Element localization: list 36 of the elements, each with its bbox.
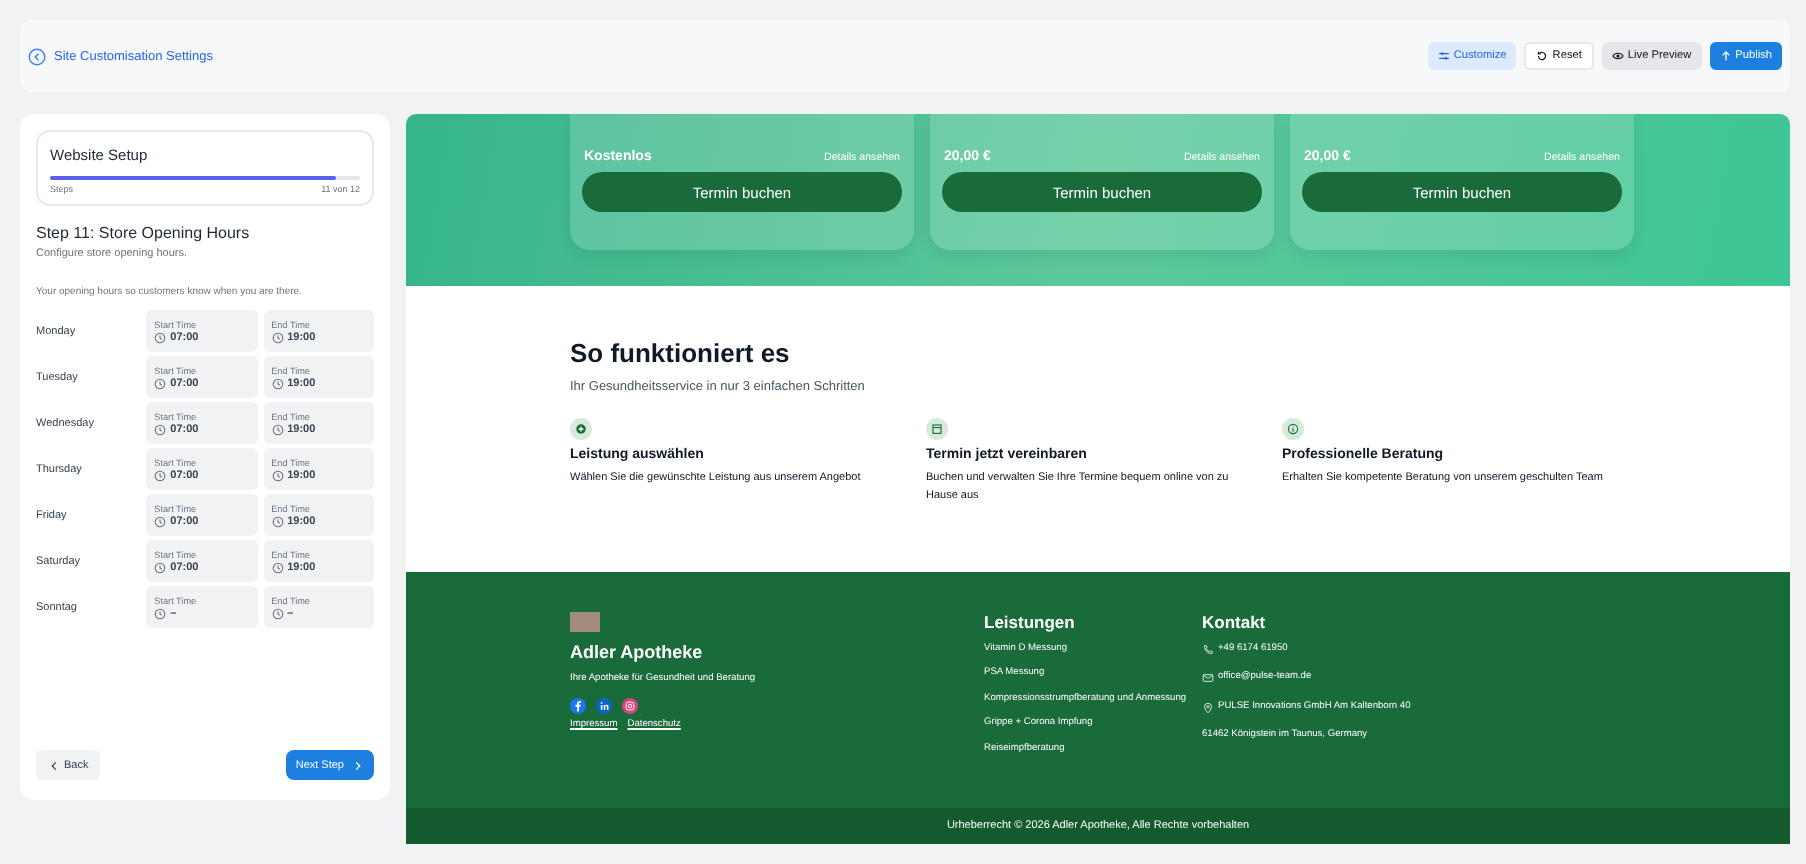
clock-icon <box>271 469 284 481</box>
calendar-icon <box>926 418 948 440</box>
clock-icon <box>271 331 284 343</box>
instagram-icon[interactable] <box>622 698 638 714</box>
sliders-icon <box>1437 50 1450 62</box>
clock-icon <box>271 377 284 389</box>
photo-placeholder <box>570 612 600 632</box>
clock-icon <box>154 331 167 343</box>
section-title: So funktioniert es <box>570 338 792 368</box>
info-icon <box>1282 418 1304 440</box>
clock-icon <box>271 607 284 619</box>
clock-icon <box>154 423 167 435</box>
clock-icon <box>271 561 284 573</box>
clock-icon <box>154 607 167 619</box>
clock-icon <box>154 515 167 527</box>
clock-icon <box>271 423 284 435</box>
clock-icon <box>271 515 284 527</box>
step-title: Step 11: Store Opening Hours <box>36 224 252 242</box>
facebook-icon[interactable] <box>570 698 586 714</box>
services-heading: Leistungen <box>984 612 1077 632</box>
reset-icon <box>1536 50 1549 62</box>
phone-icon <box>1202 644 1214 656</box>
clock-icon <box>154 377 167 389</box>
mail-icon <box>1202 672 1214 685</box>
back-circle-icon <box>28 47 46 65</box>
chevron-right-icon <box>352 759 364 771</box>
location-pin-icon <box>1202 701 1214 714</box>
brand-name: Adler Apotheke <box>570 642 705 662</box>
plus-circle-icon <box>570 418 592 440</box>
clock-icon <box>154 561 167 573</box>
arrow-up-icon <box>1719 50 1732 62</box>
chevron-left-icon <box>48 759 60 771</box>
contact-heading: Kontakt <box>1202 612 1268 632</box>
linkedin-icon[interactable] <box>596 698 612 714</box>
clock-icon <box>154 469 167 481</box>
eye-icon <box>1611 50 1624 62</box>
